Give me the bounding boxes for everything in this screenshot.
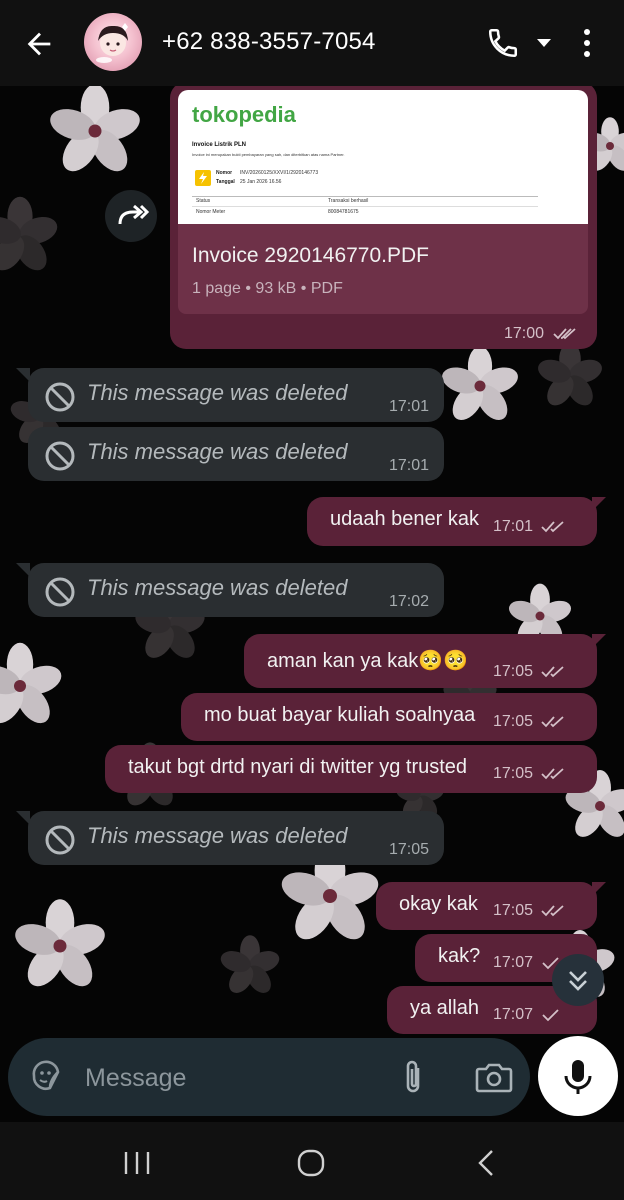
- recents-icon[interactable]: [122, 1150, 152, 1176]
- preview-nomor: INV/20260125/XXVI/1/2920146773: [240, 170, 319, 176]
- preview-brand: tokopedia: [192, 102, 296, 127]
- message-time: 17:05: [493, 663, 534, 680]
- home-icon[interactable]: [296, 1148, 326, 1178]
- message-text: aman kan ya kak🥺🥺: [267, 650, 468, 672]
- preview-divider: [192, 196, 538, 197]
- deleted-icon: [45, 382, 75, 412]
- preview-divider: [192, 206, 538, 207]
- preview-heading: Invoice Listrik PLN: [192, 142, 247, 148]
- deleted-icon: [45, 441, 75, 471]
- message-time: 17:05: [493, 902, 534, 919]
- forward-icon: [118, 204, 150, 225]
- double-check-icon: [541, 521, 564, 533]
- preview-sub: Invoice ini merupakan bukti pembayaran y…: [192, 152, 345, 157]
- preview-status-label: Status: [196, 198, 211, 204]
- message-time: 17:07: [493, 954, 534, 971]
- message-text: ya allah: [410, 997, 479, 1019]
- deleted-message-text: This message was deleted: [87, 439, 348, 464]
- deleted-icon: [45, 577, 75, 607]
- scroll-to-bottom-button[interactable]: [552, 954, 604, 1006]
- preview-status: Transaksi berhasil: [328, 198, 369, 204]
- preview-nomor-label: Nomor: [216, 170, 233, 176]
- message-time: 17:00: [504, 325, 545, 342]
- message-time: 17:05: [493, 713, 534, 730]
- camera-icon[interactable]: [474, 1060, 514, 1094]
- double-check-icon: [541, 666, 564, 678]
- contact-name[interactable]: +62 838-3557-7054: [162, 28, 376, 56]
- pdf-preview[interactable]: tokopedia Invoice Listrik PLN Invoice in…: [178, 90, 588, 224]
- message-time: 17:02: [389, 593, 430, 610]
- deleted-icon: [45, 825, 75, 855]
- message-text: mo buat bayar kuliah soalnyaa: [204, 704, 476, 726]
- preview-tanggal-label: Tanggal: [216, 179, 235, 185]
- mic-icon: [564, 1060, 592, 1094]
- phone-icon[interactable]: [486, 26, 520, 60]
- message-text: kak?: [438, 945, 481, 967]
- document-filename[interactable]: Invoice 2920146770.PDF: [192, 244, 429, 268]
- message-time: 17:01: [389, 398, 430, 415]
- double-check-icon: [553, 328, 576, 340]
- message-time: 17:01: [493, 518, 534, 535]
- forward-button[interactable]: [105, 190, 157, 242]
- message-text: takut bgt drtd nyari di twitter yg trust…: [128, 756, 468, 778]
- single-check-icon: [542, 1009, 559, 1022]
- lightning-icon: [195, 170, 211, 186]
- sticker-icon[interactable]: [28, 1058, 64, 1094]
- system-nav-bar: [0, 1122, 624, 1200]
- preview-meter: 80084781675: [328, 209, 359, 215]
- more-vertical-icon[interactable]: [575, 26, 599, 60]
- double-check-icon: [541, 716, 564, 728]
- document-meta: 1 page • 93 kB • PDF: [192, 280, 343, 297]
- double-check-icon: [541, 768, 564, 780]
- caret-down-icon[interactable]: [535, 37, 553, 49]
- deleted-message-text: This message was deleted: [87, 380, 348, 405]
- message-time: 17:05: [389, 841, 430, 858]
- preview-meter-label: Nomor Meter: [196, 209, 226, 215]
- message-time: 17:05: [493, 765, 534, 782]
- message-text: okay kak: [399, 893, 478, 915]
- deleted-message-text: This message was deleted: [87, 575, 348, 600]
- attach-icon[interactable]: [398, 1058, 430, 1096]
- message-input[interactable]: Message: [85, 1064, 186, 1093]
- message-time: 17:01: [389, 457, 430, 474]
- arrow-left-icon[interactable]: [22, 27, 56, 61]
- preview-tanggal: 25 Jan 2026 16.56: [240, 179, 282, 185]
- avatar[interactable]: [84, 13, 142, 71]
- document-info[interactable]: [178, 224, 588, 314]
- back-icon[interactable]: [474, 1148, 498, 1178]
- deleted-message-text: This message was deleted: [87, 823, 348, 848]
- message-text: udaah bener kak: [330, 508, 480, 530]
- double-check-icon: [541, 905, 564, 917]
- double-chevron-down-icon: [569, 971, 587, 991]
- mic-button[interactable]: [538, 1036, 618, 1116]
- chat-header: +62 838-3557-7054: [0, 0, 624, 86]
- message-time: 17:07: [493, 1006, 534, 1023]
